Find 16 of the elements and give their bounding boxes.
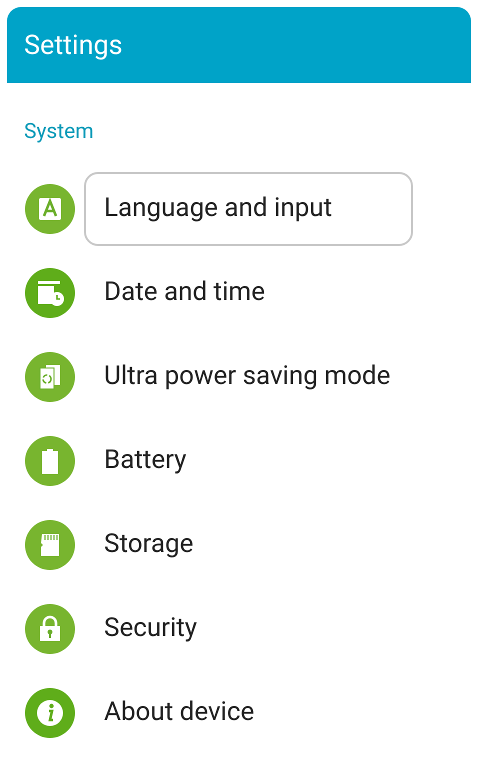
letter-icon [25,184,75,234]
settings-item[interactable]: Ultra power saving mode [84,340,413,414]
settings-item[interactable]: About device [84,676,413,750]
settings-item[interactable]: Security [84,592,413,666]
calendar-clock-icon [25,268,75,318]
settings-item[interactable]: Battery [84,424,413,498]
recycle-battery-icon [25,352,75,402]
settings-item[interactable]: Language and input [84,172,413,246]
memory-card-icon [25,520,75,570]
settings-item[interactable]: Date and time [84,256,413,330]
section-header: System [24,120,94,144]
screen-title: Settings [24,28,123,63]
info-icon [25,688,75,738]
settings-item[interactable]: Storage [84,508,413,582]
padlock-icon [25,604,75,654]
battery-icon [25,436,75,486]
